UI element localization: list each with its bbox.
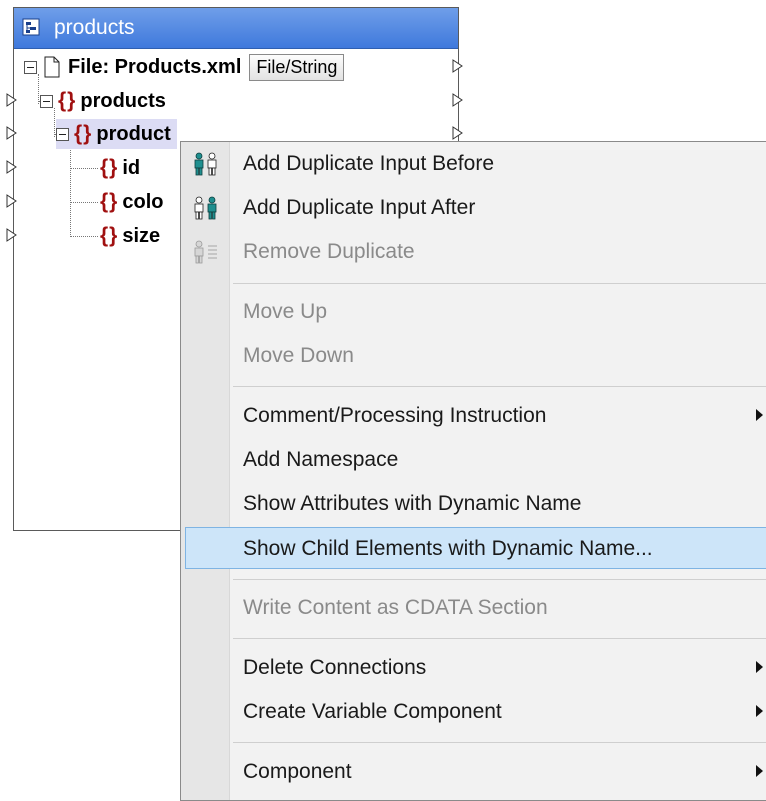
menu-item-add-duplicate-before[interactable]: Add Duplicate Input Before <box>181 143 766 185</box>
context-menu: Add Duplicate Input Before Add Duplicate… <box>180 141 766 801</box>
menu-item-label: Delete Connections <box>243 656 427 679</box>
tree-line <box>70 142 71 237</box>
input-connectors <box>6 93 17 242</box>
menu-item-add-namespace[interactable]: Add Namespace <box>181 439 766 481</box>
tree-line <box>70 202 98 203</box>
node-label: colo <box>122 190 164 213</box>
menu-item-move-down[interactable]: Move Down <box>181 335 766 377</box>
component-title: products <box>54 16 135 39</box>
menu-item-label: Create Variable Component <box>243 700 502 723</box>
tree-line <box>70 168 98 169</box>
menu-item-write-cdata[interactable]: Write Content as CDATA Section <box>181 587 766 629</box>
menu-separator <box>233 742 766 743</box>
output-connectors <box>452 59 463 140</box>
duplicate-input-icon <box>194 152 217 176</box>
menu-separator <box>233 283 766 284</box>
file-icon <box>44 56 60 78</box>
menu-item-label: Show Child Elements with Dynamic Name... <box>243 537 653 560</box>
file-label: File: Products.xml <box>68 55 242 78</box>
menu-separator <box>233 638 766 639</box>
menu-item-create-variable-component[interactable]: Create Variable Component <box>181 691 766 733</box>
menu-item-label: Write Content as CDATA Section <box>243 596 548 619</box>
collapse-toggle[interactable] <box>56 127 69 141</box>
duplicate-input-icon <box>194 196 217 220</box>
submenu-arrow-icon <box>756 705 763 717</box>
tree-line <box>70 236 98 237</box>
menu-item-show-attributes-dynamic[interactable]: Show Attributes with Dynamic Name <box>181 483 766 525</box>
menu-item-show-child-elements-dynamic[interactable]: Show Child Elements with Dynamic Name... <box>185 527 766 569</box>
menu-item-comment-processing[interactable]: Comment/Processing Instruction <box>181 395 766 437</box>
menu-item-label: Add Namespace <box>243 448 399 471</box>
menu-separator <box>233 386 766 387</box>
element-icon: {} <box>74 122 93 145</box>
input-connector-icon[interactable] <box>6 160 17 174</box>
component-title-bar[interactable]: products <box>14 8 458 49</box>
menu-item-move-up[interactable]: Move Up <box>181 291 766 333</box>
node-label: products <box>80 89 166 112</box>
node-label: product <box>96 122 171 145</box>
menu-separator <box>233 579 766 580</box>
node-label: id <box>122 156 141 179</box>
menu-item-label: Remove Duplicate <box>243 240 415 263</box>
output-connector-icon[interactable] <box>452 59 463 73</box>
tree-node-id[interactable]: {} id <box>100 153 140 183</box>
menu-item-label: Add Duplicate Input After <box>243 196 476 219</box>
menu-item-component[interactable]: Component <box>181 751 766 793</box>
menu-item-label: Move Down <box>243 344 354 367</box>
tree-node-product[interactable]: {} product <box>56 119 177 149</box>
output-connector-icon[interactable] <box>452 126 463 140</box>
input-connector-icon[interactable] <box>6 93 17 107</box>
tree-node-products[interactable]: {} products <box>40 86 166 116</box>
node-label: size <box>122 224 161 247</box>
element-icon: {} <box>100 156 119 179</box>
submenu-arrow-icon <box>756 765 763 777</box>
input-connector-icon[interactable] <box>6 126 17 140</box>
element-icon: {} <box>100 190 119 213</box>
menu-item-label: Component <box>243 760 352 783</box>
input-connector-icon[interactable] <box>6 194 17 208</box>
tree-node-color[interactable]: {} colo <box>100 187 163 217</box>
menu-item-label: Comment/Processing Instruction <box>243 404 547 427</box>
menu-item-add-duplicate-after[interactable]: Add Duplicate Input After <box>181 187 766 229</box>
menu-item-delete-connections[interactable]: Delete Connections <box>181 647 766 689</box>
menu-item-remove-duplicate[interactable]: Remove Duplicate <box>181 231 766 273</box>
file-row[interactable]: File: Products.xml File/String <box>24 52 345 82</box>
menu-item-label: Move Up <box>243 300 328 323</box>
element-icon: {} <box>100 224 119 247</box>
output-connector-icon[interactable] <box>452 93 463 107</box>
remove-duplicate-icon <box>194 240 217 264</box>
menu-item-label: Show Attributes with Dynamic Name <box>243 492 582 515</box>
element-icon: {} <box>58 89 77 112</box>
submenu-arrow-icon <box>756 409 763 421</box>
tree-node-size[interactable]: {} size <box>100 221 160 251</box>
file-string-button[interactable]: File/String <box>249 53 345 81</box>
submenu-arrow-icon <box>756 661 763 673</box>
collapse-toggle[interactable] <box>40 94 53 108</box>
menu-item-label: Add Duplicate Input Before <box>243 152 494 175</box>
input-connector-icon[interactable] <box>6 228 17 242</box>
